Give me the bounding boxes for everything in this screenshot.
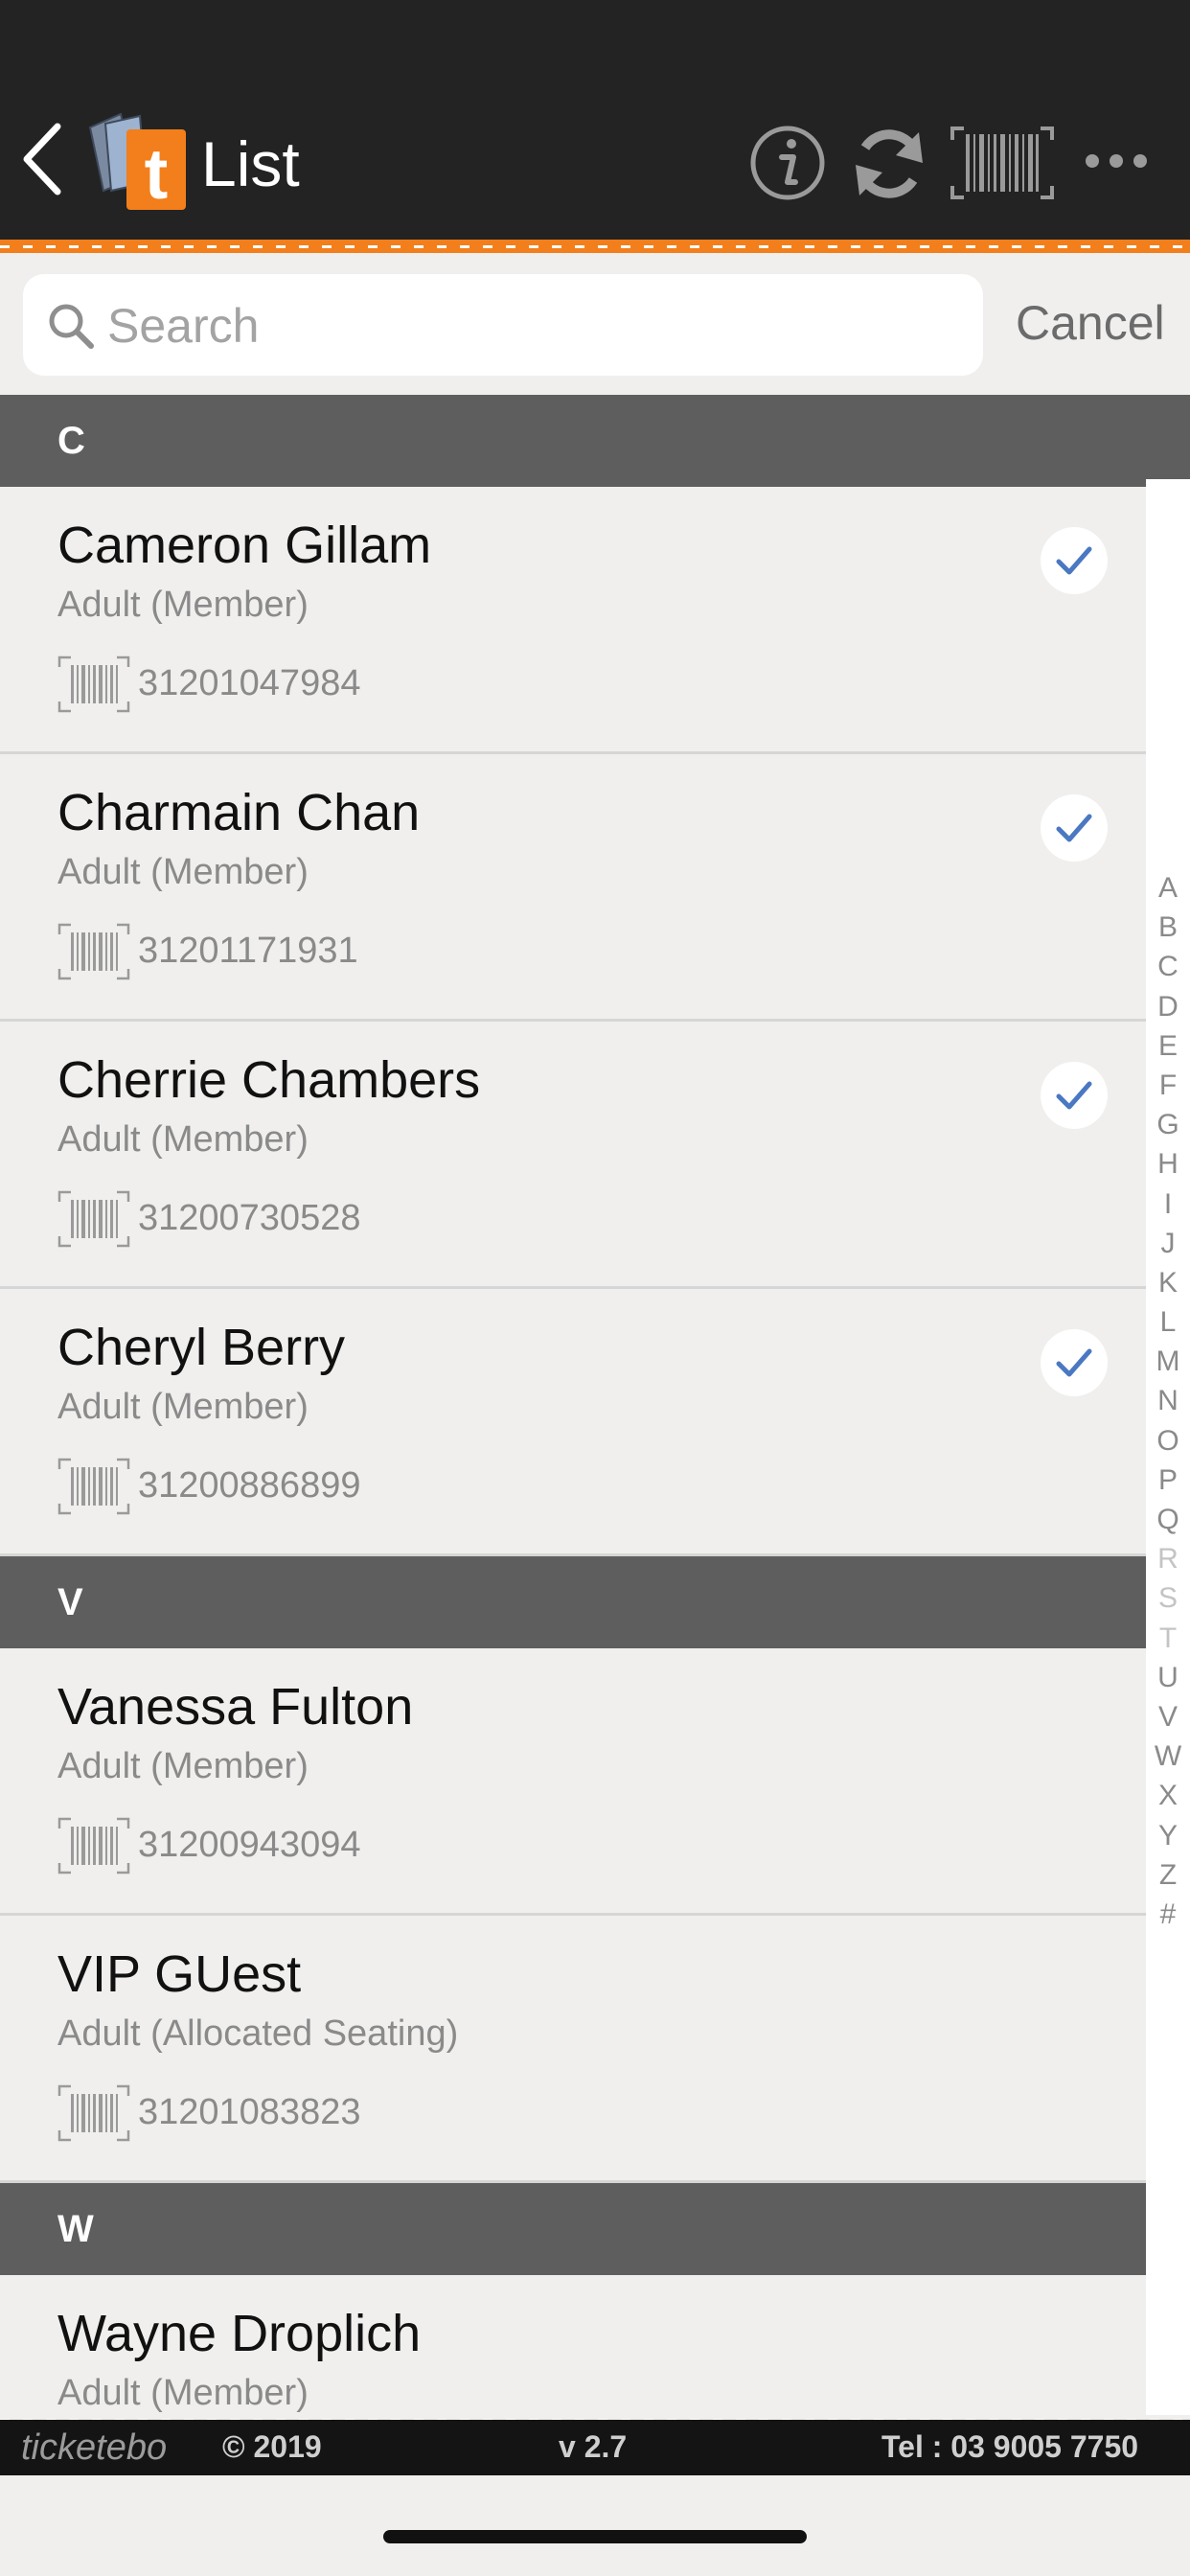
search-input[interactable]: [105, 288, 952, 364]
alphabet-index-letter[interactable]: #: [1146, 1895, 1190, 1934]
guest-name: Cheryl Berry: [57, 1319, 346, 1376]
section-header-w: W: [0, 2183, 1190, 2275]
ticket-type: Adult (Member): [57, 852, 309, 892]
search-icon: [49, 304, 94, 349]
ticketebo-logo: t: [88, 112, 186, 214]
alphabet-index-letter[interactable]: R: [1146, 1539, 1190, 1578]
list-item[interactable]: VIP GUest Adult (Allocated Seating) 3120…: [0, 1916, 1146, 2183]
alphabet-index-letter[interactable]: I: [1146, 1184, 1190, 1224]
more-icon[interactable]: [1083, 144, 1150, 178]
guest-name: Cherrie Chambers: [57, 1051, 481, 1109]
alphabet-index-letter[interactable]: P: [1146, 1460, 1190, 1500]
barcode-scan-icon[interactable]: [949, 125, 1056, 201]
checkmark-icon: [1054, 1343, 1094, 1383]
section-letter: C: [57, 420, 85, 462]
search-field[interactable]: [23, 274, 983, 376]
ticket-type: Adult (Member): [57, 585, 309, 625]
barcode-icon: [57, 1190, 130, 1248]
alphabet-index-letter[interactable]: B: [1146, 908, 1190, 947]
alphabet-index-letter[interactable]: L: [1146, 1302, 1190, 1342]
checked-in-badge[interactable]: [1041, 527, 1108, 594]
alphabet-index-letter[interactable]: W: [1146, 1736, 1190, 1776]
back-icon[interactable]: [19, 121, 67, 197]
alphabet-index-letter[interactable]: T: [1146, 1619, 1190, 1658]
footer-copyright: © 2019: [222, 2429, 322, 2464]
dashed-divider: [0, 245, 1190, 248]
guest-name: Charmain Chan: [57, 784, 421, 841]
checked-in-badge[interactable]: [1041, 1329, 1108, 1396]
guest-name: Cameron Gillam: [57, 517, 432, 574]
section-letter: V: [57, 1581, 83, 1623]
ticket-code: 31200943094: [138, 1825, 361, 1865]
footer-brand: ticketebo: [21, 2427, 168, 2468]
guest-name: VIP GUest: [57, 1945, 302, 2003]
ticket-code: 31201171931: [138, 931, 358, 971]
list-item[interactable]: Charmain Chan Adult (Member) 31201171931: [0, 754, 1146, 1022]
ticket-code: 31201083823: [138, 2092, 361, 2132]
ticket-code: 31200886899: [138, 1465, 361, 1506]
section-letter: W: [57, 2208, 94, 2250]
info-icon[interactable]: [747, 123, 828, 203]
home-indicator[interactable]: [383, 2530, 807, 2543]
section-header-c: C: [0, 395, 1190, 487]
ticket-code: 31200730528: [138, 1198, 361, 1238]
ticket-code: 31201047984: [138, 663, 361, 703]
ticket-type: Adult (Member): [57, 1746, 309, 1786]
ticket-type: Adult (Allocated Seating): [57, 2013, 459, 2054]
guest-list: C Cameron Gillam Adult (Member) 31201047…: [0, 395, 1190, 2441]
alphabet-index-letter[interactable]: Q: [1146, 1500, 1190, 1539]
alphabet-index-letter[interactable]: F: [1146, 1066, 1190, 1105]
checkmark-icon: [1054, 808, 1094, 848]
alphabet-index-letter[interactable]: G: [1146, 1105, 1190, 1144]
ticket-type: Adult (Member): [57, 2373, 309, 2413]
checked-in-badge[interactable]: [1041, 1062, 1108, 1129]
alphabet-index-letter[interactable]: E: [1146, 1026, 1190, 1066]
checkmark-icon: [1054, 1075, 1094, 1116]
barcode-icon: [57, 1817, 130, 1874]
barcode-icon: [57, 656, 130, 713]
alphabet-index-letter[interactable]: X: [1146, 1776, 1190, 1815]
checkmark-icon: [1054, 540, 1094, 581]
alphabet-index-letter[interactable]: A: [1146, 868, 1190, 908]
list-item[interactable]: Vanessa Fulton Adult (Member) 3120094309…: [0, 1648, 1146, 1916]
footer-version: v 2.7: [559, 2429, 628, 2464]
list-item[interactable]: Cameron Gillam Adult (Member) 3120104798…: [0, 487, 1146, 754]
alphabet-index-letter[interactable]: Y: [1146, 1816, 1190, 1855]
app-screen: t List Search Cancel C Cameron Gillam Ad…: [0, 0, 1190, 2576]
list-item[interactable]: Cherrie Chambers Adult (Member) 31200730…: [0, 1022, 1146, 1289]
footer-bar: ticketebo © 2019 v 2.7 Tel : 03 9005 775…: [0, 2420, 1190, 2475]
nav-header: t List: [0, 0, 1190, 240]
alphabet-index-letter[interactable]: H: [1146, 1144, 1190, 1184]
footer-phone: Tel : 03 9005 7750: [881, 2429, 1139, 2464]
alphabet-index-letter[interactable]: V: [1146, 1697, 1190, 1736]
alphabet-index-letter[interactable]: J: [1146, 1224, 1190, 1263]
list-item[interactable]: Cheryl Berry Adult (Member) 31200886899: [0, 1289, 1146, 1556]
alphabet-index-letter[interactable]: M: [1146, 1342, 1190, 1381]
search-bar: Cancel: [0, 253, 1190, 395]
cancel-button[interactable]: Cancel: [1016, 295, 1165, 351]
svg-text:t: t: [145, 134, 169, 214]
barcode-icon: [57, 1458, 130, 1515]
alphabet-index-letter[interactable]: O: [1146, 1421, 1190, 1460]
ticket-type: Adult (Member): [57, 1119, 309, 1160]
alphabet-index-letter[interactable]: S: [1146, 1578, 1190, 1618]
list-item[interactable]: Wayne Droplich Adult (Member): [0, 2275, 1146, 2441]
ticket-type: Adult (Member): [57, 1387, 309, 1427]
alphabet-index-letter[interactable]: U: [1146, 1658, 1190, 1697]
guest-name: Vanessa Fulton: [57, 1678, 414, 1736]
barcode-icon: [57, 2084, 130, 2142]
alphabet-index-letter[interactable]: N: [1146, 1381, 1190, 1420]
alphabet-index-letter[interactable]: D: [1146, 987, 1190, 1026]
refresh-icon[interactable]: [848, 123, 930, 205]
checked-in-badge[interactable]: [1041, 794, 1108, 862]
section-header-v: V: [0, 1556, 1190, 1648]
alphabet-index[interactable]: A B C D E F G H I J K L M N O P Q R S T U V W X Y Z #: [1146, 868, 1190, 1934]
alphabet-index-letter[interactable]: C: [1146, 947, 1190, 986]
page-title: List: [201, 128, 300, 199]
alphabet-index-letter[interactable]: K: [1146, 1263, 1190, 1302]
barcode-icon: [57, 923, 130, 980]
alphabet-index-letter[interactable]: Z: [1146, 1855, 1190, 1895]
guest-name: Wayne Droplich: [57, 2305, 422, 2362]
